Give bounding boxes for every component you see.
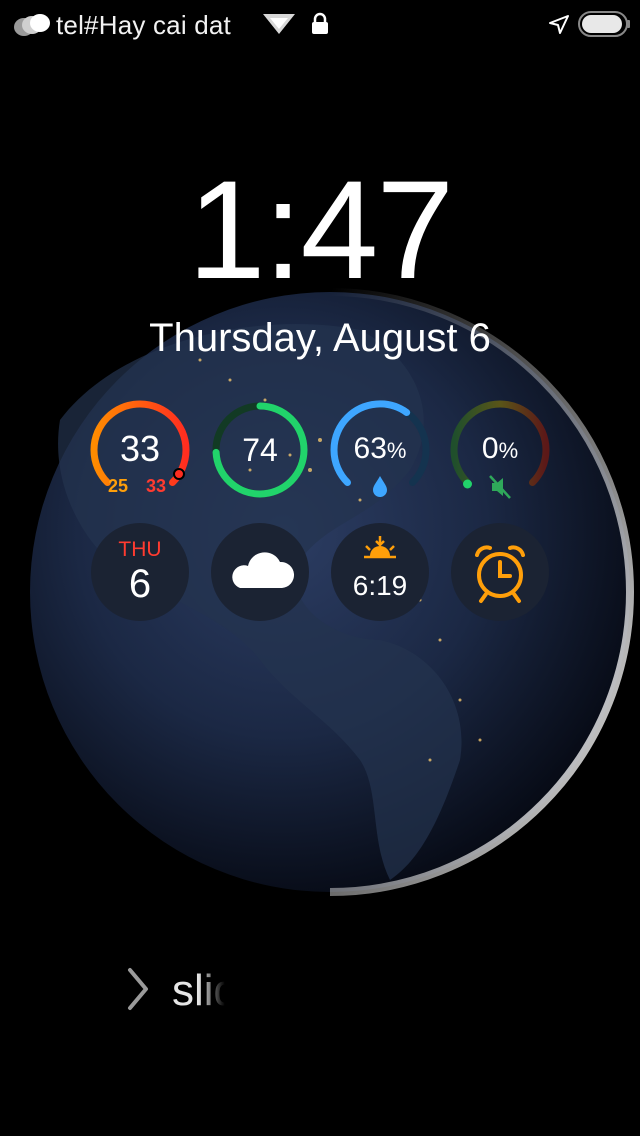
volume-readout: 0%	[450, 432, 550, 466]
battery-icon	[578, 11, 630, 37]
alarm-widget[interactable]	[450, 522, 550, 622]
volume-widget[interactable]: 0%	[450, 400, 550, 500]
humidity-value: 63	[353, 432, 387, 465]
humidity-unit: %	[386, 438, 407, 463]
slide-to-unlock[interactable]: slid	[126, 960, 386, 1020]
humidity-readout: 63%	[330, 432, 430, 466]
volume-unit: %	[498, 438, 519, 463]
water-drop-icon	[373, 476, 387, 497]
health-widget[interactable]: 74	[210, 400, 310, 500]
calendar-widget[interactable]: THU 6	[90, 522, 190, 622]
chevron-right-icon	[128, 968, 148, 1010]
alarm-clock-icon	[475, 545, 525, 603]
temperature-low: 25	[108, 476, 129, 496]
volume-marker	[463, 479, 472, 489]
slide-text: slid	[172, 966, 239, 1015]
lockscreen-date: Thursday, August 6	[149, 316, 491, 360]
humidity-widget[interactable]: 63%	[330, 400, 430, 500]
temperature-widget[interactable]: 33 25 33	[90, 400, 190, 500]
calendar-weekday: THU	[118, 538, 162, 561]
sunrise-time: 6:19	[352, 570, 408, 601]
temperature-value: 33	[119, 428, 161, 469]
carrier-signal-icon	[14, 14, 50, 36]
health-value: 74	[242, 432, 278, 468]
status-bar: tel#Hay cai dat	[0, 0, 640, 48]
temperature-high: 33	[146, 476, 167, 496]
calendar-day: 6	[128, 562, 152, 606]
volume-value: 0	[481, 432, 499, 465]
sunrise-widget[interactable]: 6:19	[330, 522, 430, 622]
mute-icon	[489, 475, 511, 499]
cloud-icon	[232, 552, 295, 588]
location-icon	[549, 15, 569, 34]
temperature-marker	[173, 468, 185, 480]
wifi-icon	[263, 14, 295, 34]
carrier-name: tel#Hay cai dat	[56, 10, 231, 40]
lockscreen-time: 1:47	[187, 151, 454, 308]
lock-icon	[312, 12, 328, 34]
weather-widget[interactable]	[210, 522, 310, 622]
